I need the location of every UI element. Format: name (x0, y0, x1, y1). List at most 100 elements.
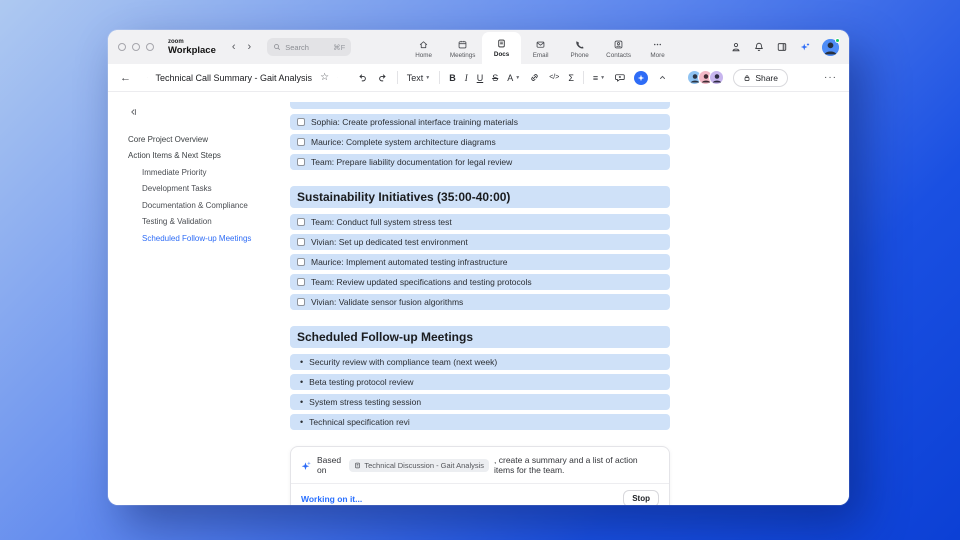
checkbox[interactable] (297, 238, 305, 246)
underline-button[interactable]: U (477, 73, 484, 83)
home-icon (419, 41, 428, 49)
desktop-background: zoom Workplace ‹ › Search ⌘F Home Meetin… (0, 0, 960, 540)
outline-item-development-tasks[interactable]: Development Tasks (142, 184, 280, 195)
task-row[interactable]: Maurice: Complete system architecture di… (290, 134, 670, 150)
nav-home[interactable]: Home (404, 34, 443, 64)
task-row[interactable]: Team: Conduct full system stress test (290, 214, 670, 230)
outline-item-testing-validation[interactable]: Testing & Validation (142, 217, 280, 228)
generation-status: Working on it... (301, 493, 363, 504)
task-row[interactable]: Vivian: Validate sensor fusion algorithm… (290, 294, 670, 310)
docs-icon (498, 39, 505, 48)
link-icon[interactable] (529, 72, 540, 83)
undo-icon[interactable] (357, 72, 368, 83)
minimize-button[interactable] (132, 43, 140, 51)
notifications-bell-icon[interactable] (753, 41, 765, 53)
checkbox[interactable] (297, 118, 305, 126)
comment-add-icon[interactable] (614, 72, 625, 83)
ai-generation-panel: Based on Technical Discussion - Gait Ana… (290, 446, 670, 505)
user-icon[interactable] (730, 41, 742, 53)
text-style-dropdown[interactable]: Text ▼ (407, 73, 430, 83)
ai-sparkle-icon (301, 460, 311, 470)
checkbox[interactable] (297, 218, 305, 226)
redo-icon[interactable] (377, 72, 388, 83)
outline-item-immediate-priority[interactable]: Immediate Priority (142, 167, 280, 178)
nav-more[interactable]: More (638, 34, 677, 64)
italic-button[interactable]: I (465, 73, 468, 83)
contacts-icon (614, 40, 623, 49)
nav-docs[interactable]: Docs (482, 32, 522, 64)
checkbox[interactable] (297, 138, 305, 146)
bullet-item[interactable]: • Beta testing protocol review (290, 374, 670, 390)
code-button[interactable]: </> (549, 74, 559, 81)
logo-top: zoom (168, 38, 184, 45)
text-color-button[interactable]: A ▼ (507, 73, 520, 83)
search-placeholder: Search (285, 42, 309, 52)
task-row[interactable]: Team: Prepare liability documentation fo… (290, 154, 670, 170)
more-options-icon[interactable]: ··· (824, 72, 837, 83)
status-online-dot (835, 37, 840, 43)
favorite-star-icon[interactable]: ☆ (320, 72, 329, 83)
stop-button[interactable]: Stop (623, 490, 659, 505)
section-heading-followup-meetings[interactable]: Scheduled Follow-up Meetings (290, 326, 670, 348)
source-document-chip[interactable]: Technical Discussion - Gait Analysis (349, 458, 490, 472)
section-heading-sustainability[interactable]: Sustainability Initiatives (35:00-40:00) (290, 186, 670, 208)
close-button[interactable] (118, 43, 126, 51)
task-row[interactable]: Vivian: Set up dedicated test environmen… (290, 234, 670, 250)
bullet-item[interactable]: • Security review with compliance team (… (290, 354, 670, 370)
docs-home-icon[interactable] (147, 77, 148, 78)
account-avatar[interactable] (822, 37, 840, 56)
divider (582, 71, 584, 84)
task-row[interactable]: Sophia: Create professional interface tr… (290, 114, 670, 130)
task-row[interactable]: Maurice: Implement automated testing inf… (290, 254, 670, 270)
zoom-workplace-logo: zoom Workplace (168, 39, 216, 56)
strikethrough-button[interactable]: S (492, 73, 498, 83)
collapse-toolbar-icon[interactable] (657, 72, 668, 83)
collapse-left-icon (131, 109, 136, 115)
bullet-item[interactable]: • Technical specification revi (290, 414, 670, 430)
checkbox[interactable] (297, 258, 305, 266)
nav-email[interactable]: Email (521, 34, 560, 64)
outline-item-documentation-compliance[interactable]: Documentation & Compliance (142, 200, 280, 211)
prompt-prefix: Based on (317, 455, 342, 475)
checkbox[interactable] (297, 298, 305, 306)
titlebar: zoom Workplace ‹ › Search ⌘F Home Meetin… (108, 30, 849, 64)
ai-companion-sparkle-icon[interactable] (799, 41, 811, 53)
cloud-sync-icon (337, 77, 338, 78)
share-button[interactable]: Share (733, 68, 788, 87)
bullet-dot: • (300, 357, 304, 367)
formula-button[interactable]: Σ (568, 73, 574, 83)
side-panel-icon[interactable] (776, 41, 788, 53)
outline-item-action-items[interactable]: Action Items & Next Steps (128, 151, 280, 162)
checkbox[interactable] (297, 278, 305, 286)
checkbox[interactable] (297, 158, 305, 166)
outline-item-core-project-overview[interactable]: Core Project Overview (128, 134, 280, 145)
nav-phone[interactable]: Phone (560, 34, 599, 64)
bullet-dot: • (300, 377, 304, 387)
document-content: Sophia: Create professional interface tr… (290, 92, 670, 505)
main-nav: Home Meetings Docs Email Phone Contacts … (404, 30, 677, 64)
bullet-dot: • (300, 417, 304, 427)
search-input[interactable]: Search ⌘F (267, 38, 352, 56)
task-row[interactable]: Team: Review updated specifications and … (290, 274, 670, 290)
maximize-button[interactable] (146, 43, 154, 51)
document-body: Core Project Overview Action Items & Nex… (108, 92, 849, 505)
email-icon (536, 41, 545, 48)
ai-assistant-button[interactable] (634, 70, 649, 85)
history-forward-button[interactable]: › (248, 41, 252, 53)
history-back-button[interactable]: ‹ (232, 41, 236, 53)
document-title[interactable]: Technical Call Summary - Gait Analysis (156, 73, 313, 83)
outline-item-scheduled-followup-meetings[interactable]: Scheduled Follow-up Meetings (142, 233, 280, 244)
nav-meetings[interactable]: Meetings (443, 34, 482, 64)
bold-button[interactable]: B (449, 73, 456, 83)
back-button[interactable]: ← (120, 72, 131, 84)
window-controls (118, 43, 154, 51)
clipped-task-row (290, 102, 670, 109)
divider (439, 71, 441, 84)
collaborator-avatars[interactable] (687, 70, 725, 85)
collapse-outline-button[interactable] (128, 104, 280, 122)
outline-sidebar: Core Project Overview Action Items & Nex… (108, 92, 280, 505)
phone-icon (576, 41, 584, 49)
nav-contacts[interactable]: Contacts (599, 34, 638, 64)
bullet-item[interactable]: • System stress testing session (290, 394, 670, 410)
alignment-button[interactable]: ≡ ▼ (593, 73, 605, 83)
